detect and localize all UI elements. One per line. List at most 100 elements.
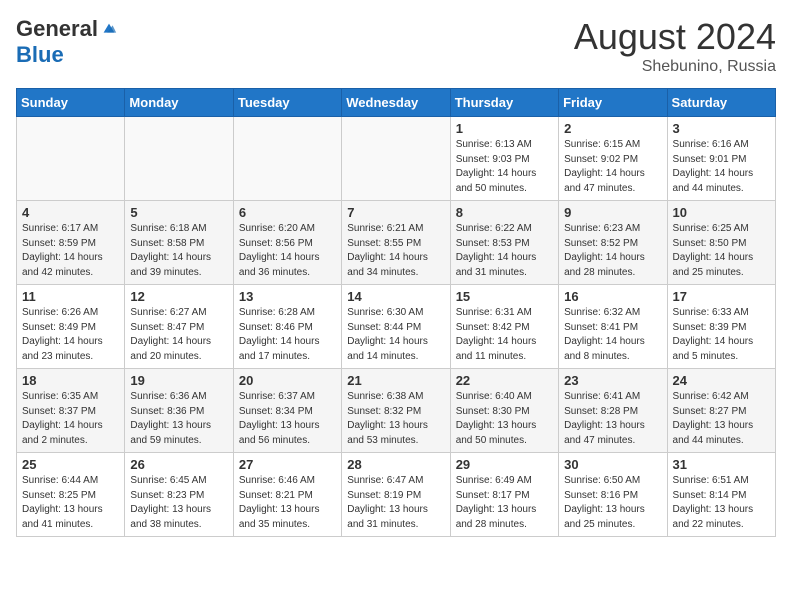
day-number: 21	[347, 373, 444, 388]
location-subtitle: Shebunino, Russia	[574, 58, 776, 76]
day-number: 13	[239, 289, 336, 304]
day-number: 30	[564, 457, 661, 472]
calendar-cell: 10Sunrise: 6:25 AM Sunset: 8:50 PM Dayli…	[667, 201, 775, 285]
day-info: Sunrise: 6:37 AM Sunset: 8:34 PM Dayligh…	[239, 390, 336, 448]
day-info: Sunrise: 6:13 AM Sunset: 9:03 PM Dayligh…	[456, 138, 553, 196]
calendar-cell: 4 Sunrise: 6:17 AM Sunset: 8:59 PM Daylig…	[17, 201, 125, 285]
day-info: Sunrise: 6:23 AM Sunset: 8:52 PM Dayligh…	[564, 222, 661, 280]
calendar-header-row: SundayMondayTuesdayWednesdayThursdayFrid…	[17, 89, 776, 117]
day-info: Sunrise: 6:25 AM Sunset: 8:50 PM Dayligh…	[673, 222, 770, 280]
calendar-cell: 7Sunrise: 6:21 AM Sunset: 8:55 PM Daylig…	[342, 201, 450, 285]
day-number: 26	[130, 457, 227, 472]
calendar-cell	[125, 117, 233, 201]
day-number: 25	[22, 457, 119, 472]
day-info: Sunrise: 6:30 AM Sunset: 8:44 PM Dayligh…	[347, 306, 444, 364]
day-info: Sunrise: 6:32 AM Sunset: 8:41 PM Dayligh…	[564, 306, 661, 364]
day-info: Sunrise: 6:36 AM Sunset: 8:36 PM Dayligh…	[130, 390, 227, 448]
logo-general-text: General	[16, 16, 98, 42]
calendar-cell: 5 Sunrise: 6:18 AM Sunset: 8:58 PM Daylig…	[125, 201, 233, 285]
calendar-cell: 28 Sunrise: 6:47 AM Sunset: 8:19 PM Dayli…	[342, 453, 450, 537]
calendar-cell: 24 Sunrise: 6:42 AM Sunset: 8:27 PM Dayli…	[667, 369, 775, 453]
day-number: 16	[564, 289, 661, 304]
weekday-header: Tuesday	[233, 89, 341, 117]
day-info: Sunrise: 6:45 AM Sunset: 8:23 PM Dayligh…	[130, 474, 227, 532]
day-number: 4	[22, 205, 119, 220]
day-info: Sunrise: 6:28 AM Sunset: 8:46 PM Dayligh…	[239, 306, 336, 364]
calendar-cell: 15Sunrise: 6:31 AM Sunset: 8:42 PM Dayli…	[450, 285, 558, 369]
day-info: Sunrise: 6:16 AM Sunset: 9:01 PM Dayligh…	[673, 138, 770, 196]
day-number: 24	[673, 373, 770, 388]
day-number: 6	[239, 205, 336, 220]
day-number: 2	[564, 121, 661, 136]
calendar-cell: 31Sunrise: 6:51 AM Sunset: 8:14 PM Dayli…	[667, 453, 775, 537]
day-number: 18	[22, 373, 119, 388]
day-number: 27	[239, 457, 336, 472]
page-header: General Blue August 2024 Shebunino, Russ…	[16, 16, 776, 76]
weekday-header: Saturday	[667, 89, 775, 117]
day-info: Sunrise: 6:41 AM Sunset: 8:28 PM Dayligh…	[564, 390, 661, 448]
weekday-header: Thursday	[450, 89, 558, 117]
day-number: 23	[564, 373, 661, 388]
day-info: Sunrise: 6:22 AM Sunset: 8:53 PM Dayligh…	[456, 222, 553, 280]
title-area: August 2024 Shebunino, Russia	[574, 16, 776, 76]
day-info: Sunrise: 6:44 AM Sunset: 8:25 PM Dayligh…	[22, 474, 119, 532]
calendar-cell: 22 Sunrise: 6:40 AM Sunset: 8:30 PM Dayli…	[450, 369, 558, 453]
logo: General Blue	[16, 16, 118, 68]
calendar-cell	[233, 117, 341, 201]
calendar-cell: 17 Sunrise: 6:33 AM Sunset: 8:39 PM Dayli…	[667, 285, 775, 369]
month-title: August 2024	[574, 16, 776, 58]
logo-blue-text: Blue	[16, 42, 64, 68]
calendar-cell: 14 Sunrise: 6:30 AM Sunset: 8:44 PM Dayli…	[342, 285, 450, 369]
calendar-cell: 21Sunrise: 6:38 AM Sunset: 8:32 PM Dayli…	[342, 369, 450, 453]
calendar-week-row: 11Sunrise: 6:26 AM Sunset: 8:49 PM Dayli…	[17, 285, 776, 369]
day-info: Sunrise: 6:33 AM Sunset: 8:39 PM Dayligh…	[673, 306, 770, 364]
day-number: 22	[456, 373, 553, 388]
day-number: 3	[673, 121, 770, 136]
calendar-cell: 1 Sunrise: 6:13 AM Sunset: 9:03 PM Daylig…	[450, 117, 558, 201]
calendar-cell: 23 Sunrise: 6:41 AM Sunset: 8:28 PM Dayli…	[559, 369, 667, 453]
day-info: Sunrise: 6:49 AM Sunset: 8:17 PM Dayligh…	[456, 474, 553, 532]
day-info: Sunrise: 6:17 AM Sunset: 8:59 PM Dayligh…	[22, 222, 119, 280]
calendar-cell: 8Sunrise: 6:22 AM Sunset: 8:53 PM Daylig…	[450, 201, 558, 285]
day-number: 12	[130, 289, 227, 304]
day-info: Sunrise: 6:26 AM Sunset: 8:49 PM Dayligh…	[22, 306, 119, 364]
calendar-cell: 30 Sunrise: 6:50 AM Sunset: 8:16 PM Dayli…	[559, 453, 667, 537]
calendar-cell	[342, 117, 450, 201]
day-info: Sunrise: 6:27 AM Sunset: 8:47 PM Dayligh…	[130, 306, 227, 364]
day-info: Sunrise: 6:42 AM Sunset: 8:27 PM Dayligh…	[673, 390, 770, 448]
day-number: 1	[456, 121, 553, 136]
day-number: 29	[456, 457, 553, 472]
calendar-cell: 3 Sunrise: 6:16 AM Sunset: 9:01 PM Daylig…	[667, 117, 775, 201]
day-number: 14	[347, 289, 444, 304]
day-info: Sunrise: 6:46 AM Sunset: 8:21 PM Dayligh…	[239, 474, 336, 532]
weekday-header: Friday	[559, 89, 667, 117]
day-number: 31	[673, 457, 770, 472]
calendar-cell: 12 Sunrise: 6:27 AM Sunset: 8:47 PM Dayli…	[125, 285, 233, 369]
calendar-cell: 13 Sunrise: 6:28 AM Sunset: 8:46 PM Dayli…	[233, 285, 341, 369]
day-info: Sunrise: 6:18 AM Sunset: 8:58 PM Dayligh…	[130, 222, 227, 280]
day-number: 7	[347, 205, 444, 220]
weekday-header: Sunday	[17, 89, 125, 117]
day-info: Sunrise: 6:35 AM Sunset: 8:37 PM Dayligh…	[22, 390, 119, 448]
calendar-cell: 6 Sunrise: 6:20 AM Sunset: 8:56 PM Daylig…	[233, 201, 341, 285]
calendar-week-row: 18 Sunrise: 6:35 AM Sunset: 8:37 PM Dayli…	[17, 369, 776, 453]
day-info: Sunrise: 6:50 AM Sunset: 8:16 PM Dayligh…	[564, 474, 661, 532]
day-number: 20	[239, 373, 336, 388]
calendar-week-row: 25 Sunrise: 6:44 AM Sunset: 8:25 PM Dayli…	[17, 453, 776, 537]
day-number: 17	[673, 289, 770, 304]
calendar-cell: 25 Sunrise: 6:44 AM Sunset: 8:25 PM Dayli…	[17, 453, 125, 537]
day-number: 5	[130, 205, 227, 220]
calendar-cell: 29 Sunrise: 6:49 AM Sunset: 8:17 PM Dayli…	[450, 453, 558, 537]
day-number: 28	[347, 457, 444, 472]
day-info: Sunrise: 6:15 AM Sunset: 9:02 PM Dayligh…	[564, 138, 661, 196]
day-number: 19	[130, 373, 227, 388]
day-number: 15	[456, 289, 553, 304]
logo-icon	[100, 20, 118, 38]
day-info: Sunrise: 6:47 AM Sunset: 8:19 PM Dayligh…	[347, 474, 444, 532]
day-info: Sunrise: 6:20 AM Sunset: 8:56 PM Dayligh…	[239, 222, 336, 280]
calendar-cell: 27 Sunrise: 6:46 AM Sunset: 8:21 PM Dayli…	[233, 453, 341, 537]
calendar-week-row: 4 Sunrise: 6:17 AM Sunset: 8:59 PM Daylig…	[17, 201, 776, 285]
day-info: Sunrise: 6:40 AM Sunset: 8:30 PM Dayligh…	[456, 390, 553, 448]
calendar-table: SundayMondayTuesdayWednesdayThursdayFrid…	[16, 88, 776, 537]
weekday-header: Wednesday	[342, 89, 450, 117]
